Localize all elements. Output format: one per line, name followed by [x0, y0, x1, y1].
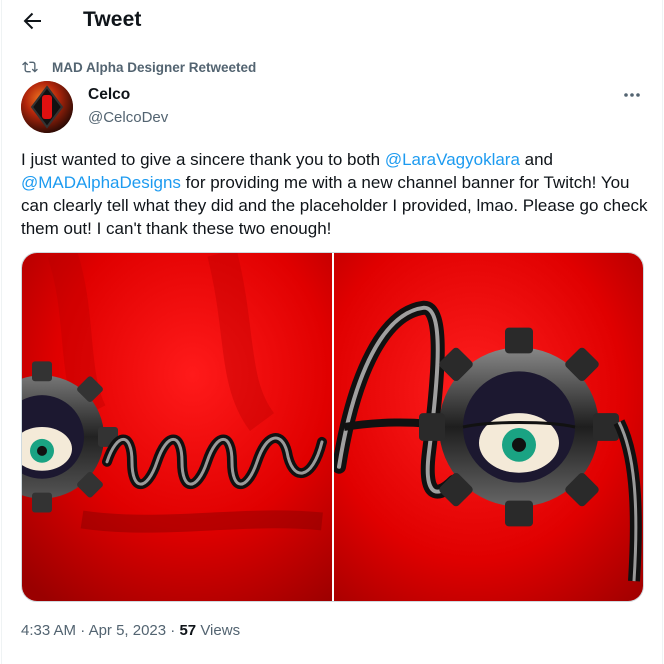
- more-icon[interactable]: [620, 85, 644, 105]
- retweeted-by-label[interactable]: MAD Alpha Designer Retweeted: [52, 60, 256, 75]
- tweet-text-part: and: [519, 150, 554, 169]
- right-border: [662, 0, 663, 664]
- views-count[interactable]: 57: [179, 622, 196, 639]
- tweet-meta: 4:33 AM · Apr 5, 2023 · 57 Views: [21, 622, 240, 639]
- meta-separator: ·: [166, 622, 180, 639]
- header: Tweet: [0, 0, 664, 40]
- tweet-text-part: I just wanted to give a sincere thank yo…: [21, 150, 385, 169]
- avatar-image: [21, 81, 73, 133]
- back-arrow-icon[interactable]: [20, 9, 44, 33]
- views-label: Views: [196, 622, 241, 639]
- banner-image-left[interactable]: [22, 253, 332, 601]
- tweet-time[interactable]: 4:33 AM: [21, 622, 76, 639]
- avatar[interactable]: [21, 81, 73, 133]
- banner-image-right[interactable]: [334, 253, 644, 601]
- tweet-text: I just wanted to give a sincere thank yo…: [21, 148, 651, 240]
- author-handle[interactable]: @CelcoDev: [88, 109, 168, 126]
- tweet-date[interactable]: Apr 5, 2023: [89, 622, 167, 639]
- left-border: [1, 0, 2, 664]
- mention-link[interactable]: @MADAlphaDesigns: [21, 173, 181, 192]
- mention-link[interactable]: @LaraVagyoklara: [385, 150, 520, 169]
- author-name[interactable]: Celco: [88, 86, 168, 104]
- author-block: Celco @CelcoDev: [88, 86, 168, 126]
- retweet-icon: [22, 61, 38, 73]
- retweet-indicator: MAD Alpha Designer Retweeted: [22, 58, 256, 76]
- media-gallery: [21, 252, 644, 602]
- meta-separator: ·: [76, 622, 89, 639]
- page-title: Tweet: [83, 8, 142, 31]
